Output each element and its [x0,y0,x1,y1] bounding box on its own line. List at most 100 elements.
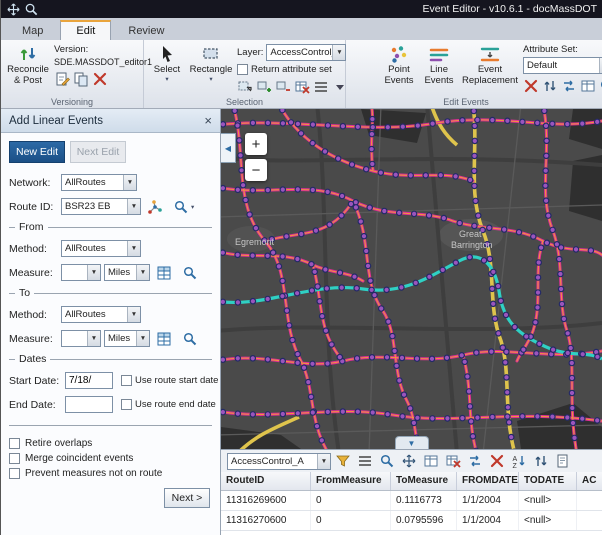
attribute-set-select[interactable]: Default ▼ [523,57,602,74]
table-layer-select[interactable]: AccessControl_A ▼ [227,453,331,470]
selection-options-icon[interactable] [313,79,329,95]
map-canvas[interactable]: Egremont Great Barrington [221,109,602,449]
select-tool-button[interactable]: Select ▾ [147,42,187,96]
route-search-icon[interactable] [173,199,189,215]
close-icon[interactable]: × [204,114,212,127]
add-selection-icon[interactable] [256,79,272,95]
transfer-icon[interactable] [533,453,549,469]
switch-selection-icon[interactable] [467,453,483,469]
remove-selection-icon[interactable] [275,79,291,95]
chevron-down-icon[interactable]: ▼ [317,454,330,469]
chevron-down-icon[interactable]: ▼ [127,241,140,256]
zoom-out-button[interactable]: − [245,159,267,181]
return-attribute-set-checkbox[interactable] [237,64,248,75]
table-row[interactable]: 1131627060000.07955961/1/2004<null> [221,511,602,531]
select-all-icon[interactable] [423,453,439,469]
layer-select[interactable]: AccessControl_A ▼ [266,44,346,61]
clear-selection-icon[interactable] [294,79,310,95]
point-events-button[interactable]: Point Events [379,42,419,96]
use-route-end-checkbox[interactable] [121,399,132,410]
end-date-input[interactable] [65,396,113,413]
from-measure-picker-icon[interactable] [156,265,172,281]
chevron-down-icon[interactable]: ▾ [191,203,194,211]
chevron-down-icon[interactable]: ▼ [332,45,345,60]
split-event-icon[interactable] [561,78,577,94]
delete-version-icon[interactable] [92,71,108,87]
prevent-measures-checkbox[interactable] [9,468,20,479]
from-measure-search-icon[interactable] [182,265,198,281]
retire-overlaps-checkbox[interactable] [9,438,20,449]
column-header-fromdate[interactable]: FROMDATE [457,472,519,490]
options-icon[interactable] [335,453,351,469]
chevron-down-icon[interactable]: ▼ [123,175,136,190]
column-header-ac[interactable]: AC [577,472,602,490]
to-measure-unit-select[interactable]: Miles ▼ [104,330,150,347]
from-measure-unit-select[interactable]: Miles ▼ [104,264,150,281]
to-measure-picker-icon[interactable] [156,331,172,347]
pan-icon[interactable] [6,2,21,17]
edit-version-icon[interactable] [54,71,70,87]
from-method-select[interactable]: AllRoutes ▼ [61,240,141,257]
line-events-label: Line Events [419,65,459,86]
chevron-down-icon[interactable]: ▼ [127,199,140,214]
trim-event-icon[interactable] [542,78,558,94]
tab-edit[interactable]: Edit [60,20,111,40]
reconcile-post-button[interactable]: Reconcile & Post [4,42,52,96]
chevron-down-icon[interactable]: ▾ [165,77,168,84]
to-measure-search-icon[interactable] [182,331,198,347]
zoom-icon[interactable] [24,2,39,17]
chevron-down-icon[interactable]: ▼ [127,307,140,322]
to-method-select[interactable]: AllRoutes ▼ [61,306,141,323]
next-button[interactable]: Next > [164,488,210,508]
collapse-table-arrow[interactable]: ▼ [395,436,429,449]
table-row[interactable]: 1131626960000.11167731/1/2004<null> [221,491,602,511]
pan-to-selection-icon[interactable] [401,453,417,469]
next-edit-button[interactable]: Next Edit [70,141,126,163]
network-value: AllRoutes [65,177,123,188]
show-selected-icon[interactable] [357,453,373,469]
edit-events-toolbar [523,78,602,94]
from-method-label: Method: [9,243,61,255]
delete-event-icon[interactable] [523,78,539,94]
switch-version-icon[interactable] [73,71,89,87]
start-date-input[interactable] [65,372,113,389]
merge-coincident-checkbox[interactable] [9,453,20,464]
attachments-icon[interactable] [555,453,571,469]
to-measure-select[interactable]: ▼ [61,330,101,347]
event-replacement-button[interactable]: Event Replacement [459,42,521,96]
dates-legend: Dates [15,353,50,365]
column-header-routeid[interactable]: RouteID [221,472,311,490]
table-cell [577,491,602,510]
tab-map[interactable]: Map [7,22,58,40]
sort-icon[interactable]: AZ [511,453,527,469]
route-id-select[interactable]: BSR23 EB ▼ [61,198,141,215]
clear-selection-icon[interactable] [445,453,461,469]
use-route-start-checkbox[interactable] [121,375,132,386]
rectangle-tool-button[interactable]: Rectangle ▾ [187,42,235,96]
tab-review[interactable]: Review [113,22,179,40]
line-events-button[interactable]: Line Events [419,42,459,96]
column-header-tomeasure[interactable]: ToMeasure [391,472,457,490]
merge-event-icon[interactable] [580,78,596,94]
chevron-down-icon[interactable]: ▼ [136,331,149,346]
zoom-in-button[interactable]: + [245,133,267,155]
map-view[interactable]: Egremont Great Barrington ◀ + − ▼ [221,109,602,449]
column-header-todate[interactable]: TODATE [519,472,577,490]
network-select[interactable]: AllRoutes ▼ [61,174,137,191]
collapse-panel-arrow[interactable]: ◀ [221,133,236,163]
chevron-down-icon[interactable]: ▼ [136,265,149,280]
delete-selected-icon[interactable] [489,453,505,469]
new-edit-button[interactable]: New Edit [9,141,65,163]
chevron-down-icon[interactable]: ▼ [87,331,100,346]
chevron-down-icon[interactable]: ▾ [209,77,212,84]
from-measure-select[interactable]: ▼ [61,264,101,281]
chevron-down-icon[interactable]: ▼ [87,265,100,280]
ribbon-tabstrip: Map Edit Review [1,18,602,40]
new-selection-icon[interactable] [237,79,253,95]
column-header-frommeasure[interactable]: FromMeasure [311,472,391,490]
route-picker-icon[interactable] [147,199,163,215]
layer-select-value: AccessControl_A [270,47,332,58]
zoom-to-selection-icon[interactable] [379,453,395,469]
label-egremont: Egremont [235,237,275,247]
attribute-set-value: Default [527,60,599,71]
